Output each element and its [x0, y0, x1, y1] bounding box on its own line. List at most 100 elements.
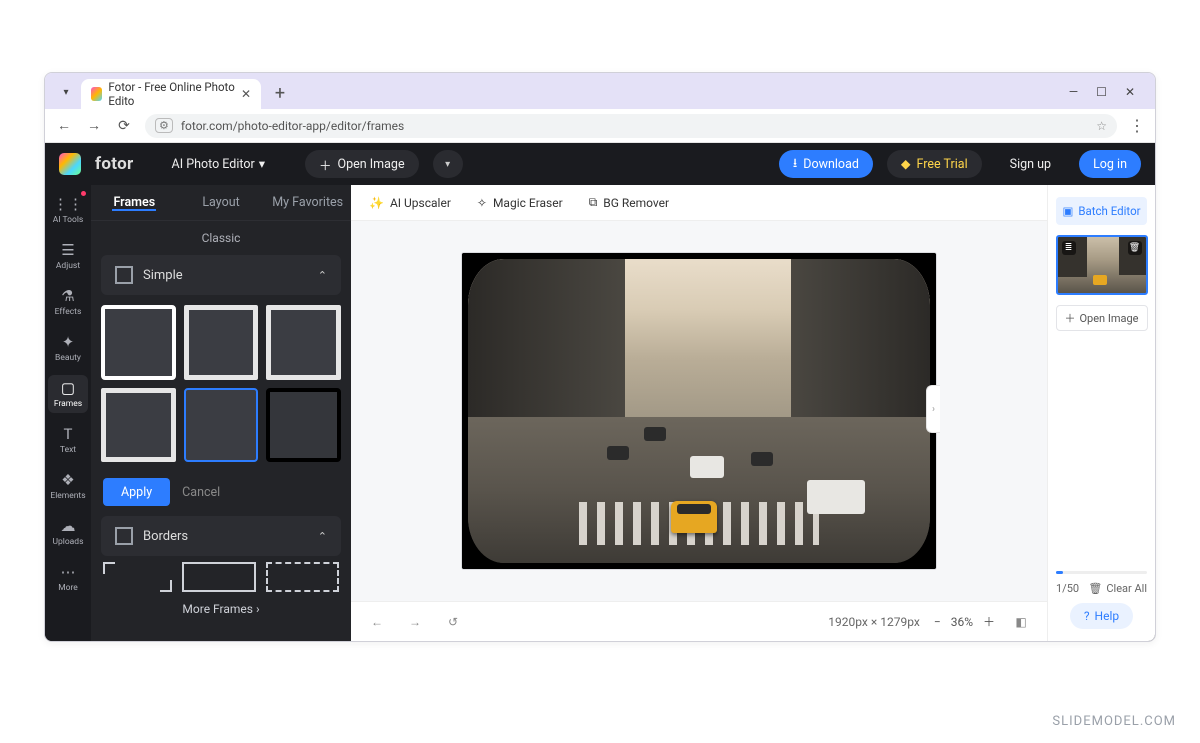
help-button[interactable]: ? Help	[1070, 603, 1133, 629]
redo-icon[interactable]: →	[403, 610, 427, 634]
eraser-icon: ✧	[477, 196, 487, 210]
rail-item-elements[interactable]: ❖Elements	[48, 467, 88, 505]
rail-label: Uploads	[52, 537, 83, 547]
open-image-split-button[interactable]: ▾	[433, 150, 463, 178]
tab-layout[interactable]: Layout	[178, 195, 265, 210]
tab-list-chevron[interactable]: ▾	[55, 81, 77, 103]
frames-panel: Frames Layout My Favorites Classic Simpl…	[91, 185, 351, 641]
address-bar[interactable]: ⚙ fotor.com/photo-editor-app/editor/fram…	[145, 114, 1117, 138]
frame-thumb-selected[interactable]	[184, 388, 259, 463]
sparkle-icon: ✨	[369, 196, 384, 210]
ai-photo-editor-dropdown[interactable]: AI Photo Editor ▾	[172, 156, 265, 172]
rail-item-beauty[interactable]: ✦Beauty	[48, 329, 88, 367]
apply-button[interactable]: Apply	[103, 478, 170, 506]
rail-item-text[interactable]: TText	[48, 421, 88, 459]
browser-menu-icon[interactable]: ⋮	[1129, 116, 1145, 135]
effects-icon: ⚗	[61, 287, 74, 305]
nav-back-icon[interactable]: ←	[55, 117, 73, 134]
category-label: Classic	[91, 221, 351, 255]
bg-remover-button[interactable]: ⧉ BG Remover	[589, 195, 669, 210]
rail-item-ai-tools[interactable]: ⋮⋮AI Tools	[48, 191, 88, 229]
rail-item-adjust[interactable]: ☰Adjust	[48, 237, 88, 275]
frame-thumb-6[interactable]	[266, 388, 341, 463]
layers-icon[interactable]: ≣	[1062, 241, 1076, 255]
frame-thumbnails	[91, 295, 351, 472]
download-button[interactable]: ⭳ Download	[779, 150, 873, 178]
history-icon[interactable]: ↺	[441, 610, 465, 634]
minimize-icon[interactable]: —	[1069, 85, 1078, 99]
frame-overlay	[462, 253, 936, 569]
diamond-icon: ◆	[901, 156, 911, 172]
canvas-toolbar: ✨ AI Upscaler ✧ Magic Eraser ⧉ BG Remove…	[351, 185, 1047, 221]
stack-icon: ▣	[1062, 204, 1073, 218]
thumb-scrollbar[interactable]	[1056, 571, 1147, 574]
magic-eraser-button[interactable]: ✧ Magic Eraser	[477, 196, 563, 210]
more-frames-link[interactable]: More Frames ›	[91, 592, 351, 626]
cancel-button[interactable]: Cancel	[182, 478, 220, 506]
panel-actions: Apply Cancel	[91, 472, 351, 516]
more-icon: ⋯	[61, 563, 76, 581]
open-image-sidebar-button[interactable]: ＋ Open Image	[1056, 305, 1148, 331]
free-trial-button[interactable]: ◆ Free Trial	[887, 150, 982, 178]
border-thumb-2[interactable]	[182, 562, 255, 592]
close-window-icon[interactable]: ✕	[1125, 85, 1135, 99]
rail-item-effects[interactable]: ⚗ Effects	[48, 283, 88, 321]
rail-item-frames[interactable]: ▢Frames	[48, 375, 88, 413]
nav-forward-icon[interactable]: →	[85, 117, 103, 134]
browser-tab-strip: ▾ Fotor - Free Online Photo Edito ✕ + — …	[45, 73, 1155, 109]
tab-title: Fotor - Free Online Photo Edito	[108, 80, 235, 108]
clear-all-button[interactable]: 🗑 Clear All	[1088, 582, 1147, 595]
uploads-icon: ☁	[61, 517, 76, 535]
image-thumbnail[interactable]: ≣ 🗑	[1056, 235, 1148, 295]
canvas-zone: ✨ AI Upscaler ✧ Magic Eraser ⧉ BG Remove…	[351, 185, 1047, 641]
scissors-icon: ⧉	[589, 195, 598, 210]
close-tab-icon[interactable]: ✕	[241, 87, 251, 101]
chevron-down-icon: ▾	[259, 156, 265, 172]
site-info-icon[interactable]: ⚙	[155, 118, 173, 133]
frame-thumb-3[interactable]	[266, 305, 341, 380]
nav-reload-icon[interactable]: ⟳	[115, 118, 133, 134]
delete-thumb-icon[interactable]: 🗑	[1128, 241, 1142, 255]
browser-tab[interactable]: Fotor - Free Online Photo Edito ✕	[81, 79, 261, 109]
log-in-button[interactable]: Log in	[1079, 150, 1141, 178]
rail-label: Effects	[55, 307, 82, 317]
tab-frames[interactable]: Frames	[91, 195, 178, 210]
tab-favorites[interactable]: My Favorites	[264, 195, 351, 210]
compare-icon[interactable]: ◧	[1009, 610, 1033, 634]
watermark: SLIDEMODEL.COM	[1052, 714, 1176, 729]
zoom-in-icon[interactable]: ＋	[983, 613, 995, 630]
new-tab-button[interactable]: +	[267, 80, 293, 106]
section-simple[interactable]: Simple ⌃	[101, 255, 341, 295]
frames-icon: ▢	[61, 379, 75, 397]
undo-icon[interactable]: ←	[365, 610, 389, 634]
bookmark-star-icon[interactable]: ☆	[1096, 119, 1107, 133]
open-image-button[interactable]: ＋ Open Image	[305, 150, 419, 178]
sign-up-button[interactable]: Sign up	[996, 150, 1065, 178]
zoom-value: 36%	[951, 615, 973, 629]
elements-icon: ❖	[61, 471, 74, 489]
rail-item-uploads[interactable]: ☁ Uploads	[48, 513, 88, 551]
border-thumb-3[interactable]	[266, 562, 339, 592]
app-body: ⋮⋮AI Tools☰Adjust⚗Effects✦Beauty▢FramesT…	[45, 185, 1155, 641]
ai-upscaler-button[interactable]: ✨ AI Upscaler	[369, 196, 451, 210]
frame-icon	[115, 266, 133, 284]
url-text: fotor.com/photo-editor-app/editor/frames	[181, 119, 404, 133]
rail-item-more[interactable]: ⋯More	[48, 559, 88, 597]
frame-thumb-1[interactable]	[101, 305, 176, 380]
frame-thumb-2[interactable]	[184, 305, 259, 380]
border-thumb-1[interactable]	[103, 562, 172, 592]
ai-tools-icon: ⋮⋮	[53, 195, 83, 213]
frame-thumb-4[interactable]	[101, 388, 176, 463]
batch-editor-button[interactable]: ▣ Batch Editor	[1056, 197, 1147, 225]
favicon-icon	[91, 87, 102, 101]
expand-right-handle[interactable]: ›	[926, 385, 940, 433]
chevron-up-icon: ⌃	[318, 269, 327, 282]
maximize-icon[interactable]: ☐	[1096, 85, 1107, 99]
section-borders[interactable]: Borders ⌃	[101, 516, 341, 556]
rail-label: Beauty	[55, 353, 81, 363]
zoom-out-icon[interactable]: −	[934, 615, 941, 629]
canvas[interactable]	[462, 253, 936, 569]
help-icon: ?	[1084, 609, 1090, 623]
text-icon: T	[64, 425, 73, 443]
canvas-image	[468, 259, 930, 563]
